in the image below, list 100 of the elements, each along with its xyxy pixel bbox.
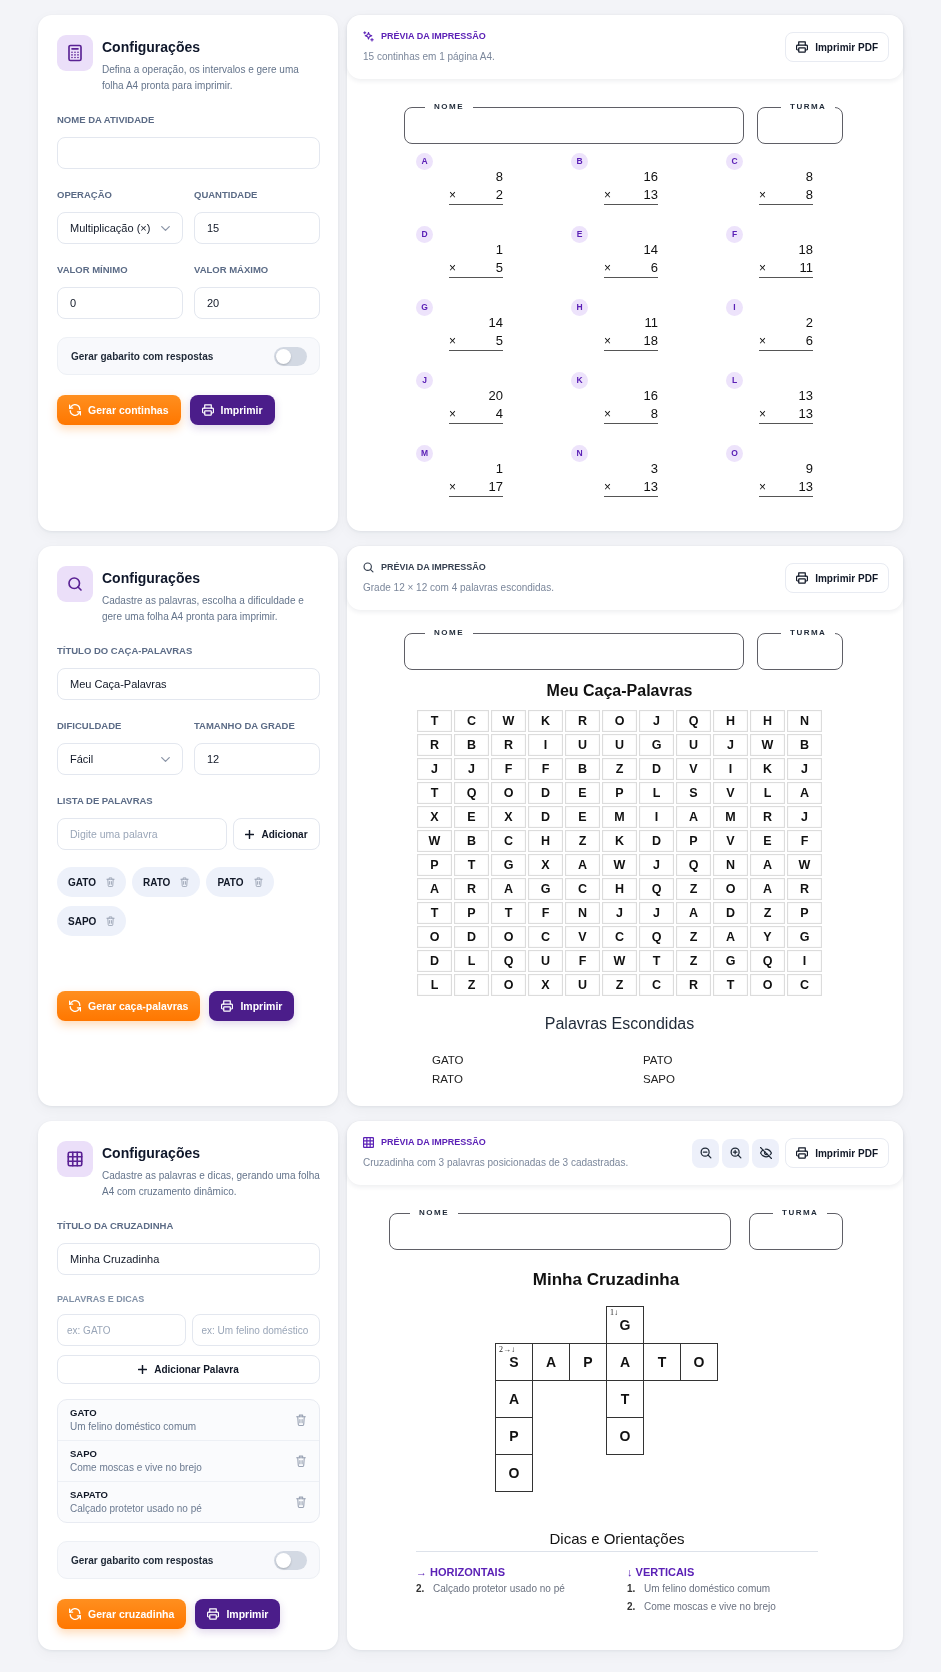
letter-cell: K [602,830,637,852]
operand: 8 [495,168,503,186]
letter-cell: L [454,950,489,972]
letter-cell: H [528,830,563,852]
letter-cell: D [639,830,674,852]
letter-badge: I [726,299,743,316]
cell-letter: A [545,1354,557,1370]
zoom-out-button[interactable] [692,1138,720,1168]
cell-letter: A [508,1391,520,1407]
trash-icon[interactable] [105,877,115,887]
letter-cell: Q [676,854,711,876]
operand: 13 [798,405,813,423]
letter-cell: L [417,974,452,996]
letter-cell: A [713,926,748,948]
toggle-switch[interactable] [274,346,307,366]
input-field[interactable]: 12 [194,743,320,775]
letter-cell: W [602,854,637,876]
operand: 1 [495,241,503,259]
input-field[interactable]: Meu Caça-Palavras [57,668,320,700]
name-label: NOME [433,102,465,112]
letter-cell: Q [676,710,711,732]
select-field[interactable]: Fácil [57,743,183,775]
chip-label: SAPO [68,915,97,927]
print-pdf-button[interactable]: Imprimir PDF [785,563,889,593]
letter-cell: P [676,830,711,852]
operand: 5 [495,259,503,277]
select-field[interactable]: Multiplicação (×) [57,212,183,244]
add-word-button[interactable]: Adicionar Palavra [57,1355,320,1384]
toggle-switch[interactable] [274,1550,307,1570]
letter-cell: J [787,806,822,828]
plus-icon [138,1365,148,1374]
letter-cell: E [454,806,489,828]
operand: 2 [495,186,503,204]
cell-letter: P [583,1354,593,1370]
trash-icon[interactable] [296,1455,306,1467]
letter-cell: V [713,782,748,804]
input-field[interactable]: 20 [194,287,320,319]
word-list-title: Palavras Escondidas [544,1014,695,1034]
input-field[interactable]: 0 [57,287,183,319]
letter-cell: D [639,758,674,780]
input-field[interactable] [57,137,320,169]
letter-cell: K [528,710,563,732]
chevron-icon [161,756,170,762]
letter-cell: V [676,758,711,780]
letter-cell: E [565,806,600,828]
letter-cell: T [491,902,526,924]
letter-cell: O [713,878,748,900]
hide-answers-button[interactable] [752,1138,780,1168]
letter-cell: R [417,734,452,756]
toggle-label: Gerar gabarito com respostas [71,1554,214,1566]
cell-letter: P [509,1428,519,1444]
sparkle-icon [363,30,374,42]
printer-icon [207,1608,220,1620]
printer-icon [221,1000,234,1012]
trash-icon[interactable] [253,877,263,887]
clue-number: 1. [627,1582,637,1596]
letter-cell: Z [676,926,711,948]
clue-heading: → HORIZONTAIS [416,1565,505,1580]
letter-cell: O [602,710,637,732]
letter-badge: O [726,445,743,462]
print-button[interactable]: Imprimir [195,1599,281,1629]
letter-cell: L [639,782,674,804]
print-button[interactable]: Imprimir [209,991,295,1021]
letter-cell: N [787,710,822,732]
letter-badge: G [416,299,433,316]
cell-letter: G [619,1317,631,1333]
operand: 8 [805,168,813,186]
print-button[interactable]: Imprimir [189,395,275,425]
cell-letter: A [619,1354,631,1370]
trash-icon[interactable] [296,1496,306,1508]
field-label: TÍTULO DO CAÇA-PALAVRAS [57,645,193,657]
letter-cell: M [602,806,637,828]
letter-cell: N [713,854,748,876]
field-label: TÍTULO DA CRUZADINHA [57,1220,174,1232]
operator-sign: × [449,260,456,277]
add-button[interactable]: Adicionar [233,818,320,850]
letter-cell: J [639,854,674,876]
hidden-word: PATO [643,1053,673,1068]
letter-cell: Z [602,974,637,996]
letter-cell: U [676,734,711,756]
input-field[interactable]: 15 [194,212,320,244]
trash-icon[interactable] [180,877,190,887]
letter-cell: E [565,782,600,804]
input-field[interactable]: Minha Cruzadinha [57,1243,320,1275]
field-label: NOME DA ATIVIDADE [57,114,155,126]
print-pdf-button[interactable]: Imprimir PDF [785,32,889,62]
trash-icon[interactable] [296,1414,306,1426]
trash-icon[interactable] [106,916,116,926]
letter-cell: G [639,734,674,756]
letter-cell: W [491,710,526,732]
letter-cell: X [417,806,452,828]
letter-cell: A [565,854,600,876]
print-pdf-button[interactable]: Imprimir PDF [785,1138,889,1168]
letter-cell: K [750,758,785,780]
operand: 1 [495,460,503,478]
operand: 5 [495,332,503,350]
letter-cell: J [787,758,822,780]
letter-cell: P [454,902,489,924]
zoom-in-button[interactable] [722,1138,750,1168]
letter-cell: H [713,710,748,732]
